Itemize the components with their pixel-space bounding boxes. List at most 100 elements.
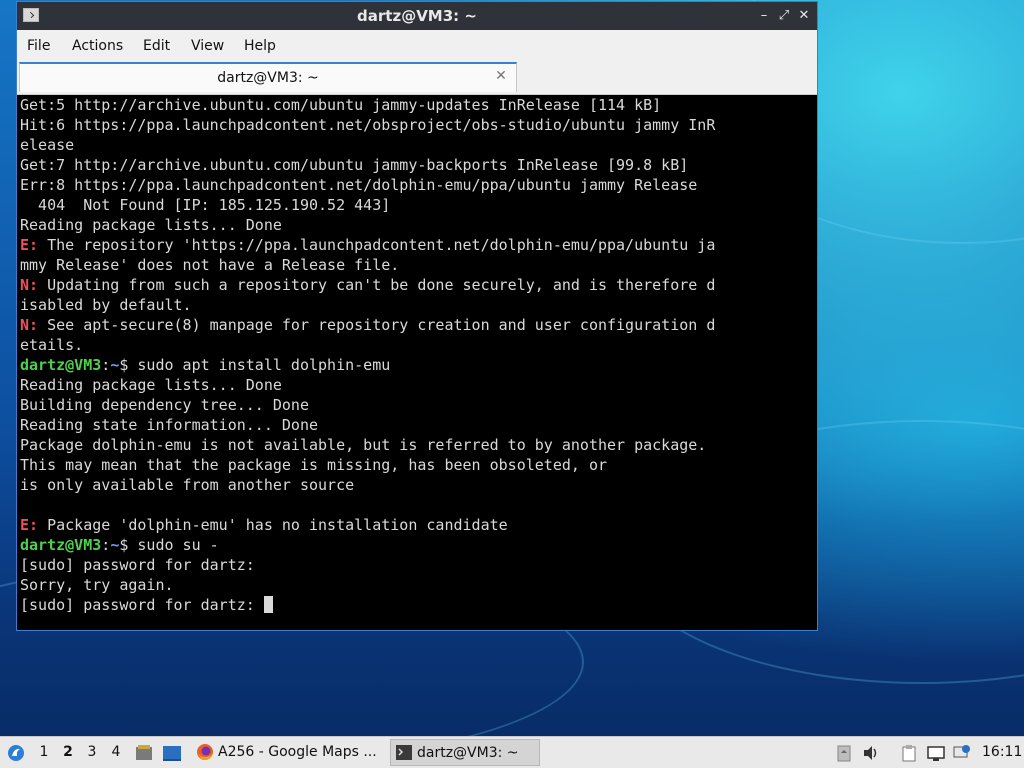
workspace-1[interactable]: 1 bbox=[33, 737, 55, 768]
terminal-line: [sudo] password for dartz: bbox=[20, 555, 715, 575]
terminal-text-segment: mmy Release' does not have a Release fil… bbox=[20, 256, 400, 274]
terminal-text-segment: See apt-secure(8) manpage for repository… bbox=[38, 316, 716, 334]
window-title: dartz@VM3: ~ bbox=[357, 7, 477, 25]
close-icon[interactable]: ✕ bbox=[795, 7, 813, 25]
terminal-text-segment: Reading package lists... Done bbox=[20, 216, 282, 234]
message-tag: N: bbox=[20, 316, 39, 334]
terminal-line: N: Updating from such a repository can't… bbox=[20, 275, 715, 295]
app-menu-icon[interactable] bbox=[5, 743, 27, 763]
terminal-text-segment: Package dolphin-emu is not available, bu… bbox=[20, 436, 707, 454]
terminal-line: Sorry, try again. bbox=[20, 575, 715, 595]
menu-bar: File Actions Edit View Help bbox=[17, 30, 817, 62]
terminal-text-segment: $ sudo su - bbox=[119, 536, 219, 554]
terminal-text-segment: is only available from another source bbox=[20, 476, 355, 494]
desktop-background: dartz@VM3: ~ – ⤢ ✕ File Actions Edit Vie… bbox=[0, 0, 1024, 768]
firefox-icon bbox=[197, 744, 213, 760]
task-terminal[interactable]: dartz@VM3: ~ bbox=[390, 739, 540, 766]
terminal-line: [sudo] password for dartz: bbox=[20, 595, 715, 615]
terminal-text-segment: This may mean that the package is missin… bbox=[20, 456, 607, 474]
terminal-line: is only available from another source bbox=[20, 475, 715, 495]
terminal-window: dartz@VM3: ~ – ⤢ ✕ File Actions Edit Vie… bbox=[16, 1, 818, 631]
prompt-user: dartz@VM3 bbox=[20, 536, 102, 554]
volume-icon[interactable] bbox=[862, 744, 880, 762]
clipboard-manager-icon[interactable] bbox=[900, 744, 918, 762]
clipboard-icon[interactable] bbox=[835, 744, 853, 762]
tab-terminal[interactable]: dartz@VM3: ~ ✕ bbox=[19, 62, 517, 92]
terminal-text-segment: 404 Not Found [IP: 185.125.190.52 443] bbox=[20, 196, 391, 214]
maximize-icon[interactable]: ⤢ bbox=[775, 7, 793, 25]
menu-actions[interactable]: Actions bbox=[72, 30, 123, 62]
terminal-text-segment: Hit:6 https://ppa.launchpadcontent.net/o… bbox=[20, 116, 716, 134]
tab-close-icon[interactable]: ✕ bbox=[494, 69, 508, 83]
workspace-2[interactable]: 2 bbox=[57, 737, 79, 768]
terminal-text: Get:5 http://archive.ubuntu.com/ubuntu j… bbox=[20, 95, 715, 615]
minimize-icon[interactable]: – bbox=[755, 7, 773, 25]
terminal-text-segment: isabled by default. bbox=[20, 296, 192, 314]
message-tag: E: bbox=[20, 516, 39, 534]
terminal-line: Reading state information... Done bbox=[20, 415, 715, 435]
terminal-line: Reading package lists... Done bbox=[20, 375, 715, 395]
terminal-line: Get:7 http://archive.ubuntu.com/ubuntu j… bbox=[20, 155, 715, 175]
terminal-line: This may mean that the package is missin… bbox=[20, 455, 715, 475]
terminal-text-segment: Reading state information... Done bbox=[20, 416, 319, 434]
menu-view[interactable]: View bbox=[191, 30, 224, 62]
show-desktop-icon[interactable] bbox=[162, 744, 182, 762]
file-manager-icon[interactable] bbox=[134, 743, 154, 763]
terminal-cursor bbox=[263, 596, 273, 613]
workspace-3[interactable]: 3 bbox=[81, 737, 103, 768]
terminal-text-segment: Get:7 http://archive.ubuntu.com/ubuntu j… bbox=[20, 156, 689, 174]
terminal-line: N: See apt-secure(8) manpage for reposit… bbox=[20, 315, 715, 335]
terminal-output-area[interactable]: Get:5 http://archive.ubuntu.com/ubuntu j… bbox=[17, 95, 817, 630]
terminal-line: Err:8 https://ppa.launchpadcontent.net/d… bbox=[20, 175, 715, 195]
menu-help[interactable]: Help bbox=[244, 30, 276, 62]
terminal-line: elease bbox=[20, 135, 715, 155]
terminal-line: Package dolphin-emu is not available, bu… bbox=[20, 435, 715, 455]
task-terminal-label: dartz@VM3: ~ bbox=[417, 745, 519, 761]
terminal-line: E: Package 'dolphin-emu' has no installa… bbox=[20, 515, 715, 535]
prompt-user: dartz@VM3 bbox=[20, 356, 102, 374]
terminal-line: dartz@VM3:~$ sudo su - bbox=[20, 535, 715, 555]
terminal-line: dartz@VM3:~$ sudo apt install dolphin-em… bbox=[20, 355, 715, 375]
terminal-line: etails. bbox=[20, 335, 715, 355]
network-icon[interactable] bbox=[927, 744, 945, 762]
terminal-line: Hit:6 https://ppa.launchpadcontent.net/o… bbox=[20, 115, 715, 135]
terminal-text-segment: elease bbox=[20, 136, 75, 154]
menu-edit[interactable]: Edit bbox=[143, 30, 170, 62]
terminal-line: E: The repository 'https://ppa.launchpad… bbox=[20, 235, 715, 255]
terminal-line: 404 Not Found [IP: 185.125.190.52 443] bbox=[20, 195, 715, 215]
prompt-path: ~ bbox=[110, 356, 120, 374]
tab-bar: dartz@VM3: ~ ✕ bbox=[17, 62, 817, 95]
taskbar: 1 2 3 4 A256 - Google Maps ... dartz@VM3… bbox=[0, 736, 1024, 768]
terminal-text-segment: : bbox=[101, 356, 111, 374]
terminal-line: mmy Release' does not have a Release fil… bbox=[20, 255, 715, 275]
terminal-text-segment: Err:8 https://ppa.launchpadcontent.net/d… bbox=[20, 176, 698, 194]
clock[interactable]: 16:11 bbox=[982, 737, 1022, 768]
terminal-line: Reading package lists... Done bbox=[20, 215, 715, 235]
terminal-line: Building dependency tree... Done bbox=[20, 395, 715, 415]
terminal-text-segment: etails. bbox=[20, 336, 84, 354]
terminal-text-segment: Package 'dolphin-emu' has no installatio… bbox=[38, 516, 508, 534]
terminal-text-segment: $ sudo apt install dolphin-emu bbox=[119, 356, 391, 374]
workspace-4[interactable]: 4 bbox=[105, 737, 127, 768]
terminal-text-segment: [sudo] password for dartz: bbox=[20, 556, 255, 574]
terminal-text-segment: Get:5 http://archive.ubuntu.com/ubuntu j… bbox=[20, 96, 662, 114]
terminal-text-segment: Updating from such a repository can't be… bbox=[38, 276, 716, 294]
terminal-text-segment: [sudo] password for dartz: bbox=[20, 596, 264, 614]
terminal-text-segment: Reading package lists... Done bbox=[20, 376, 282, 394]
task-firefox[interactable]: A256 - Google Maps ... bbox=[192, 739, 382, 766]
terminal-line: Get:5 http://archive.ubuntu.com/ubuntu j… bbox=[20, 95, 715, 115]
terminal-text-segment: Building dependency tree... Done bbox=[20, 396, 309, 414]
terminal-text-segment: Sorry, try again. bbox=[20, 576, 174, 594]
message-tag: E: bbox=[20, 236, 39, 254]
tab-label: dartz@VM3: ~ bbox=[217, 70, 319, 86]
terminal-icon bbox=[396, 745, 412, 760]
message-tag: N: bbox=[20, 276, 39, 294]
task-firefox-label: A256 - Google Maps ... bbox=[218, 744, 377, 760]
terminal-text-segment: The repository 'https://ppa.launchpadcon… bbox=[38, 236, 716, 254]
window-titlebar[interactable]: dartz@VM3: ~ – ⤢ ✕ bbox=[17, 2, 817, 30]
update-notifier-icon[interactable] bbox=[953, 744, 971, 762]
prompt-path: ~ bbox=[110, 536, 120, 554]
menu-file[interactable]: File bbox=[27, 30, 50, 62]
terminal-line: isabled by default. bbox=[20, 295, 715, 315]
